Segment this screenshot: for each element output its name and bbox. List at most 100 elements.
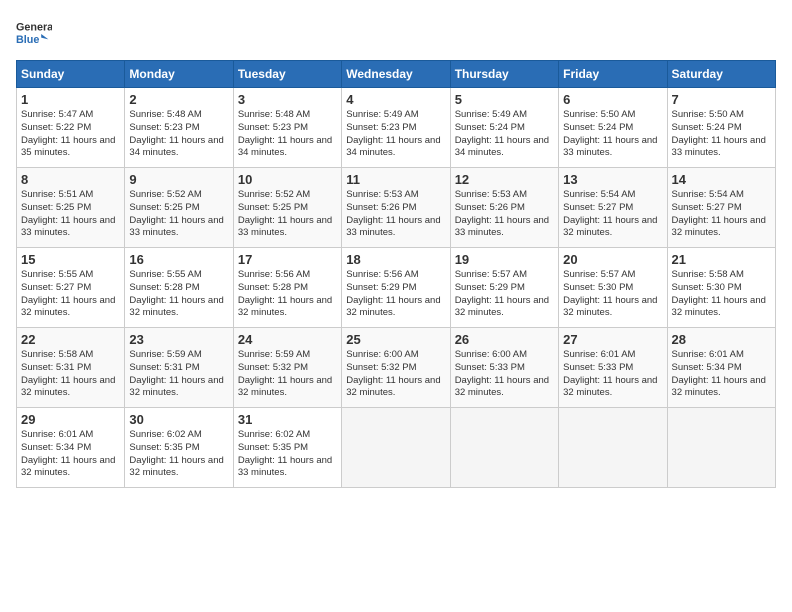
day-info: Sunrise: 5:59 AMSunset: 5:31 PMDaylight:… — [129, 349, 228, 400]
day-info: Sunrise: 6:01 AMSunset: 5:34 PMDaylight:… — [672, 349, 771, 400]
day-info: Sunrise: 5:56 AMSunset: 5:28 PMDaylight:… — [238, 269, 337, 320]
logo-icon: GeneralBlue — [16, 16, 52, 52]
day-info: Sunrise: 5:49 AMSunset: 5:24 PMDaylight:… — [455, 109, 554, 160]
calendar-cell: 12 Sunrise: 5:53 AMSunset: 5:26 PMDayligh… — [450, 168, 558, 248]
calendar-cell: 9 Sunrise: 5:52 AMSunset: 5:25 PMDaylight… — [125, 168, 233, 248]
day-info: Sunrise: 5:57 AMSunset: 5:30 PMDaylight:… — [563, 269, 662, 320]
day-number: 19 — [455, 252, 554, 267]
calendar-row: 29Sunrise: 6:01 AMSunset: 5:34 PMDayligh… — [17, 408, 776, 488]
day-number: 23 — [129, 332, 228, 347]
day-header-friday: Friday — [559, 61, 667, 88]
day-number: 16 — [129, 252, 228, 267]
day-number: 8 — [21, 172, 120, 187]
day-info: Sunrise: 5:59 AMSunset: 5:32 PMDaylight:… — [238, 349, 337, 400]
day-info: Sunrise: 5:56 AMSunset: 5:29 PMDaylight:… — [346, 269, 445, 320]
day-number: 21 — [672, 252, 771, 267]
day-number: 4 — [346, 92, 445, 107]
calendar-row: 1 Sunrise: 5:47 AMSunset: 5:22 PMDaylight… — [17, 88, 776, 168]
calendar-cell: 15 Sunrise: 5:55 AMSunset: 5:27 PMDayligh… — [17, 248, 125, 328]
calendar-cell: 23 Sunrise: 5:59 AMSunset: 5:31 PMDayligh… — [125, 328, 233, 408]
calendar-cell: 24 Sunrise: 5:59 AMSunset: 5:32 PMDayligh… — [233, 328, 341, 408]
calendar-cell — [559, 408, 667, 488]
day-info: Sunrise: 5:55 AMSunset: 5:28 PMDaylight:… — [129, 269, 228, 320]
day-number: 17 — [238, 252, 337, 267]
calendar-cell: 2 Sunrise: 5:48 AMSunset: 5:23 PMDaylight… — [125, 88, 233, 168]
calendar-row: 15 Sunrise: 5:55 AMSunset: 5:27 PMDayligh… — [17, 248, 776, 328]
calendar-cell: 22 Sunrise: 5:58 AMSunset: 5:31 PMDayligh… — [17, 328, 125, 408]
day-header-saturday: Saturday — [667, 61, 775, 88]
day-info: Sunrise: 5:48 AMSunset: 5:23 PMDaylight:… — [238, 109, 337, 160]
calendar-cell: 31 Sunrise: 6:02 AMSunset: 5:35 PMDayligh… — [233, 408, 341, 488]
day-number: 12 — [455, 172, 554, 187]
day-header-tuesday: Tuesday — [233, 61, 341, 88]
calendar-cell: 29Sunrise: 6:01 AMSunset: 5:34 PMDayligh… — [17, 408, 125, 488]
day-info: Sunrise: 5:58 AMSunset: 5:31 PMDaylight:… — [21, 349, 120, 400]
day-number: 24 — [238, 332, 337, 347]
calendar-cell — [342, 408, 450, 488]
svg-text:General: General — [16, 21, 52, 33]
day-number: 5 — [455, 92, 554, 107]
calendar-cell: 20 Sunrise: 5:57 AMSunset: 5:30 PMDayligh… — [559, 248, 667, 328]
svg-text:Blue: Blue — [16, 34, 39, 46]
day-info: Sunrise: 5:49 AMSunset: 5:23 PMDaylight:… — [346, 109, 445, 160]
calendar-row: 8 Sunrise: 5:51 AMSunset: 5:25 PMDaylight… — [17, 168, 776, 248]
day-number: 9 — [129, 172, 228, 187]
day-number: 18 — [346, 252, 445, 267]
day-info: Sunrise: 5:57 AMSunset: 5:29 PMDaylight:… — [455, 269, 554, 320]
day-number: 15 — [21, 252, 120, 267]
day-number: 6 — [563, 92, 662, 107]
day-number: 30 — [129, 412, 228, 427]
day-info: Sunrise: 5:52 AMSunset: 5:25 PMDaylight:… — [238, 189, 337, 240]
day-info: Sunrise: 5:50 AMSunset: 5:24 PMDaylight:… — [563, 109, 662, 160]
calendar-cell: 16 Sunrise: 5:55 AMSunset: 5:28 PMDayligh… — [125, 248, 233, 328]
day-info: Sunrise: 5:51 AMSunset: 5:25 PMDaylight:… — [21, 189, 120, 240]
calendar-cell: 18 Sunrise: 5:56 AMSunset: 5:29 PMDayligh… — [342, 248, 450, 328]
calendar-cell: 10 Sunrise: 5:52 AMSunset: 5:25 PMDayligh… — [233, 168, 341, 248]
day-number: 29 — [21, 412, 120, 427]
day-header-sunday: Sunday — [17, 61, 125, 88]
calendar-cell: 1 Sunrise: 5:47 AMSunset: 5:22 PMDaylight… — [17, 88, 125, 168]
calendar-cell: 8 Sunrise: 5:51 AMSunset: 5:25 PMDaylight… — [17, 168, 125, 248]
calendar-cell: 21Sunrise: 5:58 AMSunset: 5:30 PMDayligh… — [667, 248, 775, 328]
day-info: Sunrise: 5:50 AMSunset: 5:24 PMDaylight:… — [672, 109, 771, 160]
calendar-cell: 28Sunrise: 6:01 AMSunset: 5:34 PMDayligh… — [667, 328, 775, 408]
day-number: 20 — [563, 252, 662, 267]
calendar-cell: 19 Sunrise: 5:57 AMSunset: 5:29 PMDayligh… — [450, 248, 558, 328]
calendar-cell: 17 Sunrise: 5:56 AMSunset: 5:28 PMDayligh… — [233, 248, 341, 328]
day-info: Sunrise: 5:47 AMSunset: 5:22 PMDaylight:… — [21, 109, 120, 160]
day-info: Sunrise: 6:00 AMSunset: 5:32 PMDaylight:… — [346, 349, 445, 400]
day-info: Sunrise: 5:48 AMSunset: 5:23 PMDaylight:… — [129, 109, 228, 160]
day-number: 1 — [21, 92, 120, 107]
calendar-row: 22 Sunrise: 5:58 AMSunset: 5:31 PMDayligh… — [17, 328, 776, 408]
day-number: 2 — [129, 92, 228, 107]
day-number: 10 — [238, 172, 337, 187]
calendar-cell: 27 Sunrise: 6:01 AMSunset: 5:33 PMDayligh… — [559, 328, 667, 408]
day-info: Sunrise: 6:02 AMSunset: 5:35 PMDaylight:… — [238, 429, 337, 480]
calendar-cell — [450, 408, 558, 488]
calendar-cell: 30 Sunrise: 6:02 AMSunset: 5:35 PMDayligh… — [125, 408, 233, 488]
calendar-cell — [667, 408, 775, 488]
calendar-cell: 5 Sunrise: 5:49 AMSunset: 5:24 PMDaylight… — [450, 88, 558, 168]
day-number: 22 — [21, 332, 120, 347]
day-info: Sunrise: 5:53 AMSunset: 5:26 PMDaylight:… — [455, 189, 554, 240]
day-info: Sunrise: 6:01 AMSunset: 5:33 PMDaylight:… — [563, 349, 662, 400]
calendar-cell: 11Sunrise: 5:53 AMSunset: 5:26 PMDayligh… — [342, 168, 450, 248]
day-number: 27 — [563, 332, 662, 347]
day-info: Sunrise: 6:02 AMSunset: 5:35 PMDaylight:… — [129, 429, 228, 480]
header: GeneralBlue — [16, 16, 776, 52]
day-number: 31 — [238, 412, 337, 427]
calendar-cell: 14 Sunrise: 5:54 AMSunset: 5:27 PMDayligh… — [667, 168, 775, 248]
day-number: 3 — [238, 92, 337, 107]
calendar-table: SundayMondayTuesdayWednesdayThursdayFrid… — [16, 60, 776, 488]
day-info: Sunrise: 5:54 AMSunset: 5:27 PMDaylight:… — [563, 189, 662, 240]
day-info: Sunrise: 5:54 AMSunset: 5:27 PMDaylight:… — [672, 189, 771, 240]
calendar-cell: 4 Sunrise: 5:49 AMSunset: 5:23 PMDaylight… — [342, 88, 450, 168]
day-number: 14 — [672, 172, 771, 187]
day-header-monday: Monday — [125, 61, 233, 88]
day-header-wednesday: Wednesday — [342, 61, 450, 88]
calendar-cell: 7Sunrise: 5:50 AMSunset: 5:24 PMDaylight… — [667, 88, 775, 168]
header-row: SundayMondayTuesdayWednesdayThursdayFrid… — [17, 61, 776, 88]
day-info: Sunrise: 5:55 AMSunset: 5:27 PMDaylight:… — [21, 269, 120, 320]
day-number: 26 — [455, 332, 554, 347]
day-info: Sunrise: 5:52 AMSunset: 5:25 PMDaylight:… — [129, 189, 228, 240]
